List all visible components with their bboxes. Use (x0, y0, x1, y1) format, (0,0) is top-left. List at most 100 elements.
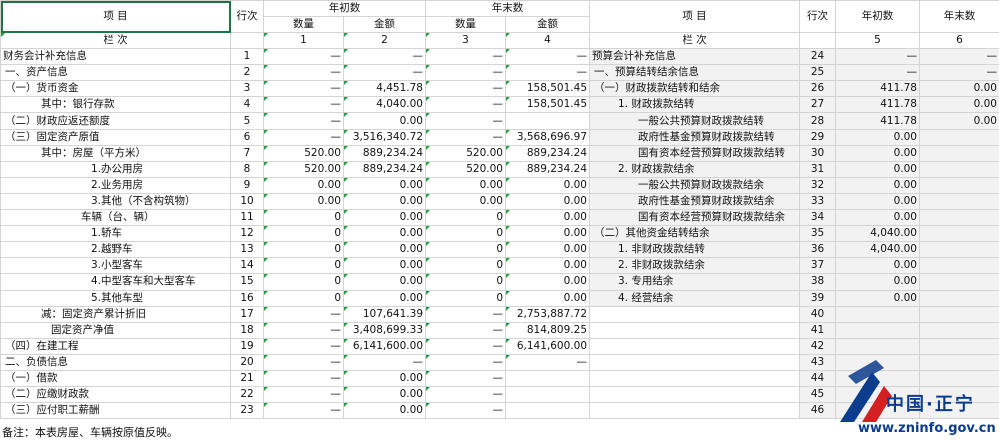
row-line-no-right[interactable]: 41 (799, 321, 836, 339)
row-line-no-right[interactable]: 42 (799, 337, 836, 355)
row-amt-begin[interactable]: 107,641.39 (343, 305, 426, 323)
row-line-no-right[interactable]: 35 (799, 225, 836, 243)
row-line-no-left[interactable]: 7 (230, 144, 264, 162)
row-end-right[interactable] (919, 321, 999, 339)
header-begin-right[interactable]: 年初数 (835, 0, 920, 33)
row-amt-end[interactable] (505, 402, 590, 420)
row-qty-begin[interactable]: — (263, 369, 344, 388)
row-amt-end[interactable] (505, 112, 590, 130)
row-end-right[interactable] (919, 257, 999, 275)
row-begin-right[interactable]: 411.78 (835, 112, 920, 130)
row-line-no-right[interactable]: 33 (799, 192, 836, 211)
row-amt-end[interactable]: 0.00 (505, 225, 590, 243)
row-line-no-left[interactable]: 11 (230, 209, 264, 227)
row-line-no-right[interactable]: 32 (799, 176, 836, 194)
row-qty-end[interactable]: 0 (425, 209, 506, 227)
row-item-right[interactable]: 2. 财政拨款结余 (589, 160, 800, 178)
row-qty-end[interactable]: — (425, 402, 506, 420)
header-line-no[interactable]: 行次 (230, 0, 264, 33)
col-num-6[interactable]: 6 (919, 31, 999, 50)
col-num-4[interactable]: 4 (505, 31, 590, 50)
row-line-no-right[interactable]: 38 (799, 273, 836, 291)
row-qty-end[interactable]: 0.00 (425, 176, 506, 194)
row-item-right[interactable] (589, 369, 800, 388)
row-item-right[interactable] (589, 402, 800, 420)
row-item-right[interactable]: 一般公共预算财政拨款结转 (589, 112, 800, 130)
row-line-no-left[interactable]: 17 (230, 305, 264, 323)
row-item-left[interactable]: 2.业务用房 (0, 176, 231, 194)
row-item-right[interactable]: 一、预算结转结余信息 (589, 64, 800, 82)
row-line-no-right[interactable]: 34 (799, 209, 836, 227)
row-line-no-left[interactable]: 13 (230, 241, 264, 259)
row-item-left[interactable]: 2.越野车 (0, 241, 231, 259)
row-item-right[interactable]: 国有资本经营预算财政拨款结余 (589, 209, 800, 227)
row-item-left[interactable]: （一）货币资金 (0, 80, 231, 98)
row-amt-begin[interactable]: 0.00 (343, 176, 426, 194)
row-line-no-left[interactable]: 14 (230, 257, 264, 275)
row-qty-begin[interactable]: 0 (263, 289, 344, 307)
row-amt-begin[interactable]: 0.00 (343, 192, 426, 211)
row-qty-end[interactable]: — (425, 112, 506, 130)
row-qty-begin[interactable]: — (263, 353, 344, 371)
row-amt-begin[interactable]: 4,040.00 (343, 96, 426, 114)
row-amt-begin[interactable]: 0.00 (343, 257, 426, 275)
row-line-no-right[interactable]: 31 (799, 160, 836, 178)
row-end-right[interactable] (919, 144, 999, 162)
header-qty-begin[interactable]: 数量 (263, 16, 344, 33)
row-amt-end[interactable] (505, 386, 590, 404)
row-item-right[interactable]: 一般公共预算财政拨款结余 (589, 176, 800, 194)
row-end-right[interactable] (919, 192, 999, 211)
row-qty-begin[interactable]: 0 (263, 241, 344, 259)
col-label-left[interactable]: 栏 次 (0, 31, 231, 50)
row-item-left[interactable]: （三）固定资产原值 (0, 128, 231, 146)
row-qty-begin[interactable]: — (263, 96, 344, 114)
row-line-no-left[interactable]: 6 (230, 128, 264, 146)
row-qty-begin[interactable]: 0.00 (263, 176, 344, 194)
row-amt-begin[interactable]: — (343, 353, 426, 371)
row-line-no-right[interactable]: 24 (799, 48, 836, 66)
row-qty-begin[interactable]: — (263, 48, 344, 66)
row-begin-right[interactable]: 0.00 (835, 289, 920, 307)
header-begin[interactable]: 年初数 (263, 0, 426, 17)
row-qty-begin[interactable]: — (263, 112, 344, 130)
row-amt-end[interactable]: 158,501.45 (505, 96, 590, 114)
row-amt-end[interactable]: 889,234.24 (505, 144, 590, 162)
row-line-no-left[interactable]: 19 (230, 337, 264, 355)
col-num-blank-right[interactable] (799, 31, 836, 50)
row-qty-end[interactable]: 520.00 (425, 160, 506, 178)
row-amt-end[interactable]: 814,809.25 (505, 321, 590, 339)
row-line-no-left[interactable]: 23 (230, 402, 264, 420)
col-label-right[interactable]: 栏 次 (589, 31, 800, 50)
row-begin-right[interactable] (835, 305, 920, 323)
row-qty-begin[interactable]: 0.00 (263, 192, 344, 211)
row-qty-end[interactable]: 0 (425, 257, 506, 275)
row-item-left[interactable]: 财务会计补充信息 (0, 48, 231, 66)
header-qty-end[interactable]: 数量 (425, 16, 506, 33)
row-begin-right[interactable]: 0.00 (835, 144, 920, 162)
row-end-right[interactable] (919, 209, 999, 227)
row-begin-right[interactable]: 0.00 (835, 176, 920, 194)
row-amt-end[interactable]: 0.00 (505, 241, 590, 259)
row-line-no-right[interactable]: 29 (799, 128, 836, 146)
row-qty-begin[interactable]: — (263, 386, 344, 404)
row-qty-begin[interactable]: — (263, 402, 344, 420)
row-item-left[interactable]: 二、负债信息 (0, 353, 231, 371)
row-qty-end[interactable]: — (425, 353, 506, 371)
row-qty-begin[interactable]: — (263, 321, 344, 339)
row-amt-begin[interactable]: 0.00 (343, 289, 426, 307)
row-amt-begin[interactable]: 0.00 (343, 273, 426, 291)
row-amt-end[interactable]: 0.00 (505, 192, 590, 211)
row-qty-end[interactable]: 0 (425, 289, 506, 307)
row-begin-right[interactable]: 4,040.00 (835, 225, 920, 243)
row-item-right[interactable]: 预算会计补充信息 (589, 48, 800, 66)
row-amt-end[interactable]: 3,568,696.97 (505, 128, 590, 146)
row-line-no-left[interactable]: 15 (230, 273, 264, 291)
row-amt-end[interactable]: — (505, 64, 590, 82)
row-amt-begin[interactable]: 0.00 (343, 402, 426, 420)
row-item-right[interactable]: 2. 非财政拨款结余 (589, 257, 800, 275)
row-item-right[interactable]: 1. 财政拨款结转 (589, 96, 800, 114)
row-item-left[interactable]: 车辆（台、辆） (0, 209, 231, 227)
header-end[interactable]: 年末数 (425, 0, 590, 17)
row-amt-begin[interactable]: 0.00 (343, 209, 426, 227)
row-qty-end[interactable]: 0 (425, 241, 506, 259)
